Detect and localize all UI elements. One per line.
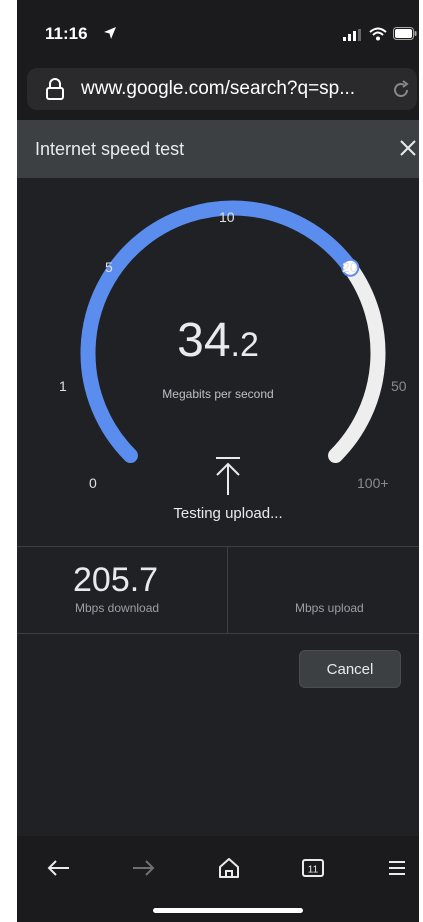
current-speed-decimal: .2 [230,326,259,364]
tick-label: 20 [342,259,358,275]
current-speed-int: 34 [177,314,231,367]
url-text[interactable]: www.google.com/search?q=sp... [81,78,381,100]
cellular-signal-icon [343,28,363,46]
speed-unit: Megabits per second [162,387,274,401]
tick-label: 100+ [357,475,389,491]
download-speed-value: 205.7 [73,561,159,599]
wifi-icon [369,27,387,46]
home-icon[interactable] [209,848,249,888]
reload-icon[interactable] [391,80,411,105]
forward-arrow-icon[interactable] [123,848,163,888]
results-divider [227,547,228,633]
speed-gauge: 0 1 5 10 20 50 100+ 34.2 Megabits per se… [17,178,419,548]
tick-label: 0 [89,475,97,491]
download-speed-label: Mbps download [75,601,160,615]
tick-label: 10 [219,209,235,225]
phone-screen: 11:16 www.google.com/search?q=sp... Inte… [17,0,419,922]
upload-speed-label: Mbps upload [295,601,364,615]
home-indicator [153,908,303,913]
browser-toolbar: 11 [17,836,419,922]
location-arrow-icon [103,26,117,45]
status-time: 11:16 [45,24,88,43]
battery-icon [393,27,417,45]
current-speed: 34.2 [17,313,419,368]
close-icon[interactable] [397,137,419,159]
back-arrow-icon[interactable] [39,848,79,888]
lock-icon [45,78,65,105]
tick-label: 5 [105,259,113,275]
tabs-count: 11 [308,865,319,876]
tabs-icon[interactable]: 11 [293,848,333,888]
results-panel: 205.7 Mbps download Mbps upload [17,546,419,634]
speed-test-header: Internet speed test [17,120,419,178]
test-status: Testing upload... [173,505,283,522]
speed-test-title: Internet speed test [35,139,185,159]
browser-address-area: www.google.com/search?q=sp... [17,62,419,120]
status-bar: 11:16 [17,0,419,62]
address-bar[interactable]: www.google.com/search?q=sp... [27,68,417,110]
cancel-button[interactable]: Cancel [299,650,401,688]
menu-icon[interactable] [377,848,417,888]
